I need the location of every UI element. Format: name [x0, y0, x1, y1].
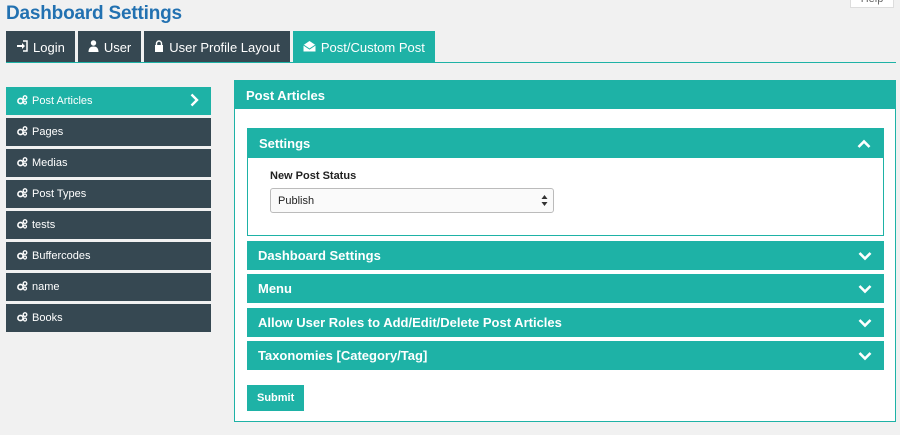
section-title: Dashboard Settings — [258, 248, 381, 263]
tab-user[interactable]: User — [77, 31, 142, 63]
sidebar-item-medias[interactable]: Medias — [6, 149, 211, 177]
menu-header[interactable]: Menu — [247, 274, 884, 303]
sidebar-item-label: name — [32, 281, 60, 293]
post-articles-panel: Post Articles Settings New Post Status P… — [234, 80, 896, 422]
sidebar-item-books[interactable]: Books — [6, 304, 211, 332]
sidebar: Post Articles Pages Medias Post Types te… — [6, 87, 211, 335]
section-title: Allow User Roles to Add/Edit/Delete Post… — [258, 315, 562, 330]
tab-label: User — [103, 39, 132, 55]
taxonomies-header[interactable]: Taxonomies [Category/Tag] — [247, 341, 884, 370]
new-post-status-label: New Post Status — [270, 170, 357, 182]
sidebar-item-label: Post Types — [32, 188, 87, 200]
select-arrows-icon — [541, 194, 548, 210]
cogs-icon — [17, 311, 28, 325]
chevron-down-icon — [858, 249, 872, 264]
sidebar-item-label: Buffercodes — [32, 250, 91, 262]
sidebar-item-post-articles[interactable]: Post Articles — [6, 87, 211, 115]
user-roles-header[interactable]: Allow User Roles to Add/Edit/Delete Post… — [247, 308, 884, 337]
tab-user-profile-layout[interactable]: User Profile Layout — [144, 31, 290, 63]
sidebar-item-name[interactable]: name — [6, 273, 211, 301]
tab-label: Post/Custom Post — [320, 39, 425, 55]
chevron-right-icon — [190, 93, 199, 110]
sign-in-icon — [16, 39, 28, 55]
sidebar-item-label: Medias — [32, 157, 68, 169]
page-title: Dashboard Settings — [6, 3, 182, 24]
chevron-down-icon — [858, 282, 872, 297]
new-post-status-select[interactable]: Publish — [270, 188, 554, 213]
help-tab[interactable]: Help — [850, 0, 894, 8]
cogs-icon — [17, 218, 28, 232]
tab-label: Login — [33, 39, 65, 55]
sidebar-item-pages[interactable]: Pages — [6, 118, 211, 146]
section-title: Menu — [258, 281, 292, 296]
cogs-icon — [17, 156, 28, 170]
sidebar-item-label: tests — [32, 219, 56, 231]
menu-section[interactable]: Menu — [247, 274, 884, 303]
panel-title: Post Articles — [235, 81, 895, 109]
cogs-icon — [17, 187, 28, 201]
settings-section-header[interactable]: Settings — [248, 129, 883, 158]
settings-section-body: New Post Status Publish — [248, 158, 883, 225]
sidebar-item-buffercodes[interactable]: Buffercodes — [6, 242, 211, 270]
chevron-down-icon — [858, 349, 872, 364]
tab-post-custom-post[interactable]: Post/Custom Post — [292, 31, 435, 63]
cogs-icon — [17, 249, 28, 263]
tabs-divider — [6, 62, 896, 63]
section-title: Settings — [259, 136, 311, 151]
select-value: Publish — [278, 194, 315, 207]
envelope-open-icon — [303, 40, 316, 55]
lock-icon — [154, 39, 164, 55]
chevron-down-icon — [858, 316, 872, 331]
sidebar-item-label: Pages — [32, 126, 64, 138]
sidebar-item-tests[interactable]: tests — [6, 211, 211, 239]
sidebar-item-label: Books — [32, 312, 63, 324]
sidebar-item-label: Post Articles — [32, 95, 93, 107]
user-icon — [88, 39, 99, 55]
section-title: Taxonomies [Category/Tag] — [258, 348, 428, 363]
cogs-icon — [17, 125, 28, 139]
chevron-up-icon — [857, 137, 871, 152]
tab-label: User Profile Layout — [169, 39, 280, 55]
cogs-icon — [17, 94, 28, 108]
dashboard-settings-header[interactable]: Dashboard Settings — [247, 241, 884, 270]
settings-section: Settings New Post Status Publish — [247, 128, 884, 236]
settings-tabs: Login User User Profile Layout Post/Cust… — [6, 31, 435, 63]
taxonomies-section[interactable]: Taxonomies [Category/Tag] — [247, 341, 884, 370]
dashboard-settings-section[interactable]: Dashboard Settings — [247, 241, 884, 270]
cogs-icon — [17, 280, 28, 294]
sidebar-item-post-types[interactable]: Post Types — [6, 180, 211, 208]
submit-button[interactable]: Submit — [247, 385, 305, 411]
user-roles-section[interactable]: Allow User Roles to Add/Edit/Delete Post… — [247, 308, 884, 337]
tab-login[interactable]: Login — [6, 31, 75, 63]
